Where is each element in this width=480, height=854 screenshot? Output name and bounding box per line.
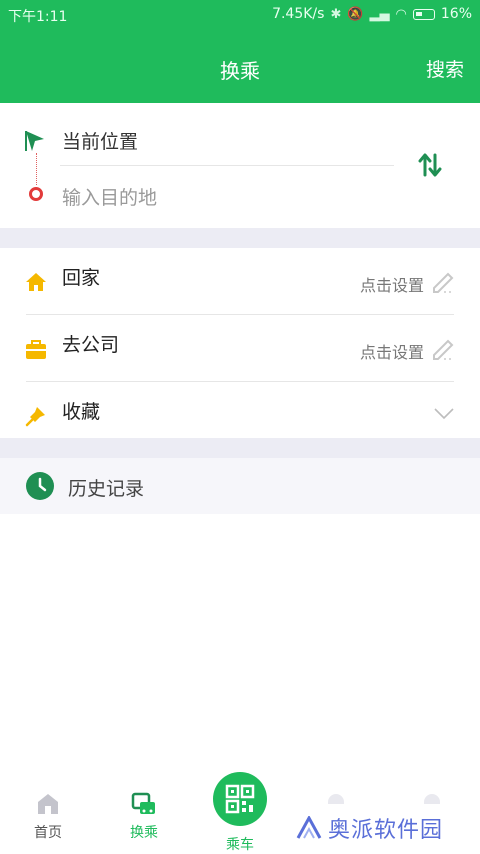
watermark: 奥派软件园: [296, 812, 443, 844]
bluetooth-icon: ✱: [330, 6, 342, 22]
section-gap: [0, 228, 480, 248]
section-gap: [0, 438, 480, 458]
home-label: 回家: [62, 267, 101, 289]
tab-ride-label[interactable]: 乘车: [200, 834, 280, 854]
battery-icon: [412, 8, 435, 20]
clock-icon: [26, 472, 54, 500]
origin-field[interactable]: 当前位置: [62, 127, 138, 154]
tab-transfer-label: 换乘: [130, 825, 158, 841]
pin-icon: [24, 404, 48, 428]
search-button[interactable]: 搜索: [426, 55, 464, 82]
home-hint: 点击设置: [359, 276, 424, 295]
tab-transfer[interactable]: 换乘: [104, 792, 184, 842]
home-tab-icon: [35, 792, 61, 816]
status-time: 下午1:11: [8, 9, 68, 25]
company-label: 去公司: [62, 334, 120, 356]
edit-pencil-icon[interactable]: [430, 335, 456, 361]
tab-icon-faded: [328, 794, 344, 804]
list-item-company[interactable]: 去公司 点击设置: [0, 315, 480, 381]
watermark-logo-icon: [296, 816, 322, 839]
list-item-home[interactable]: 回家 点击设置: [0, 248, 480, 314]
tab-home[interactable]: 首页: [8, 792, 88, 842]
route-connector: [36, 153, 37, 185]
status-icons: 7.45K/s ✱ 🔕 ▂▄ ◠ 16%: [272, 6, 472, 22]
wifi-icon: ◠: [395, 6, 407, 22]
mute-icon: 🔕: [347, 6, 364, 22]
chevron-down-icon[interactable]: [434, 406, 454, 420]
page-title: 换乘: [220, 59, 260, 83]
route-card: 当前位置 输入目的地: [0, 103, 480, 228]
history-label: 历史记录: [68, 478, 145, 500]
favorites-label: 收藏: [62, 401, 101, 423]
destination-input[interactable]: 输入目的地: [62, 183, 157, 210]
briefcase-icon: [24, 337, 48, 361]
company-hint: 点击设置: [359, 343, 424, 362]
home-icon: [24, 270, 48, 294]
tab-home-label: 首页: [34, 825, 62, 841]
places-list: 回家 点击设置 去公司 点击设置 收藏: [0, 248, 480, 438]
bottom-tab-bar: 首页 换乘 乘车 奥派软件园: [0, 772, 480, 854]
tab-icon-faded: [424, 794, 440, 804]
watermark-text: 奥派软件园: [328, 818, 444, 843]
qr-code-icon[interactable]: [213, 772, 267, 826]
route-divider: [60, 165, 394, 166]
edit-pencil-icon[interactable]: [430, 268, 456, 294]
battery-level: 16%: [440, 6, 472, 22]
swap-vertical-icon[interactable]: [414, 149, 446, 181]
status-bar: 下午1:11 7.45K/s ✱ 🔕 ▂▄ ◠ 16%: [0, 0, 480, 30]
app-header: 下午1:11 7.45K/s ✱ 🔕 ▂▄ ◠ 16% 换乘 搜索: [0, 0, 480, 103]
network-speed: 7.45K/s: [272, 6, 325, 22]
bus-transfer-icon: [131, 792, 157, 816]
signal-icon: ▂▄: [369, 6, 390, 22]
destination-dot-icon: [29, 187, 43, 201]
history-row[interactable]: 历史记录: [0, 458, 480, 514]
